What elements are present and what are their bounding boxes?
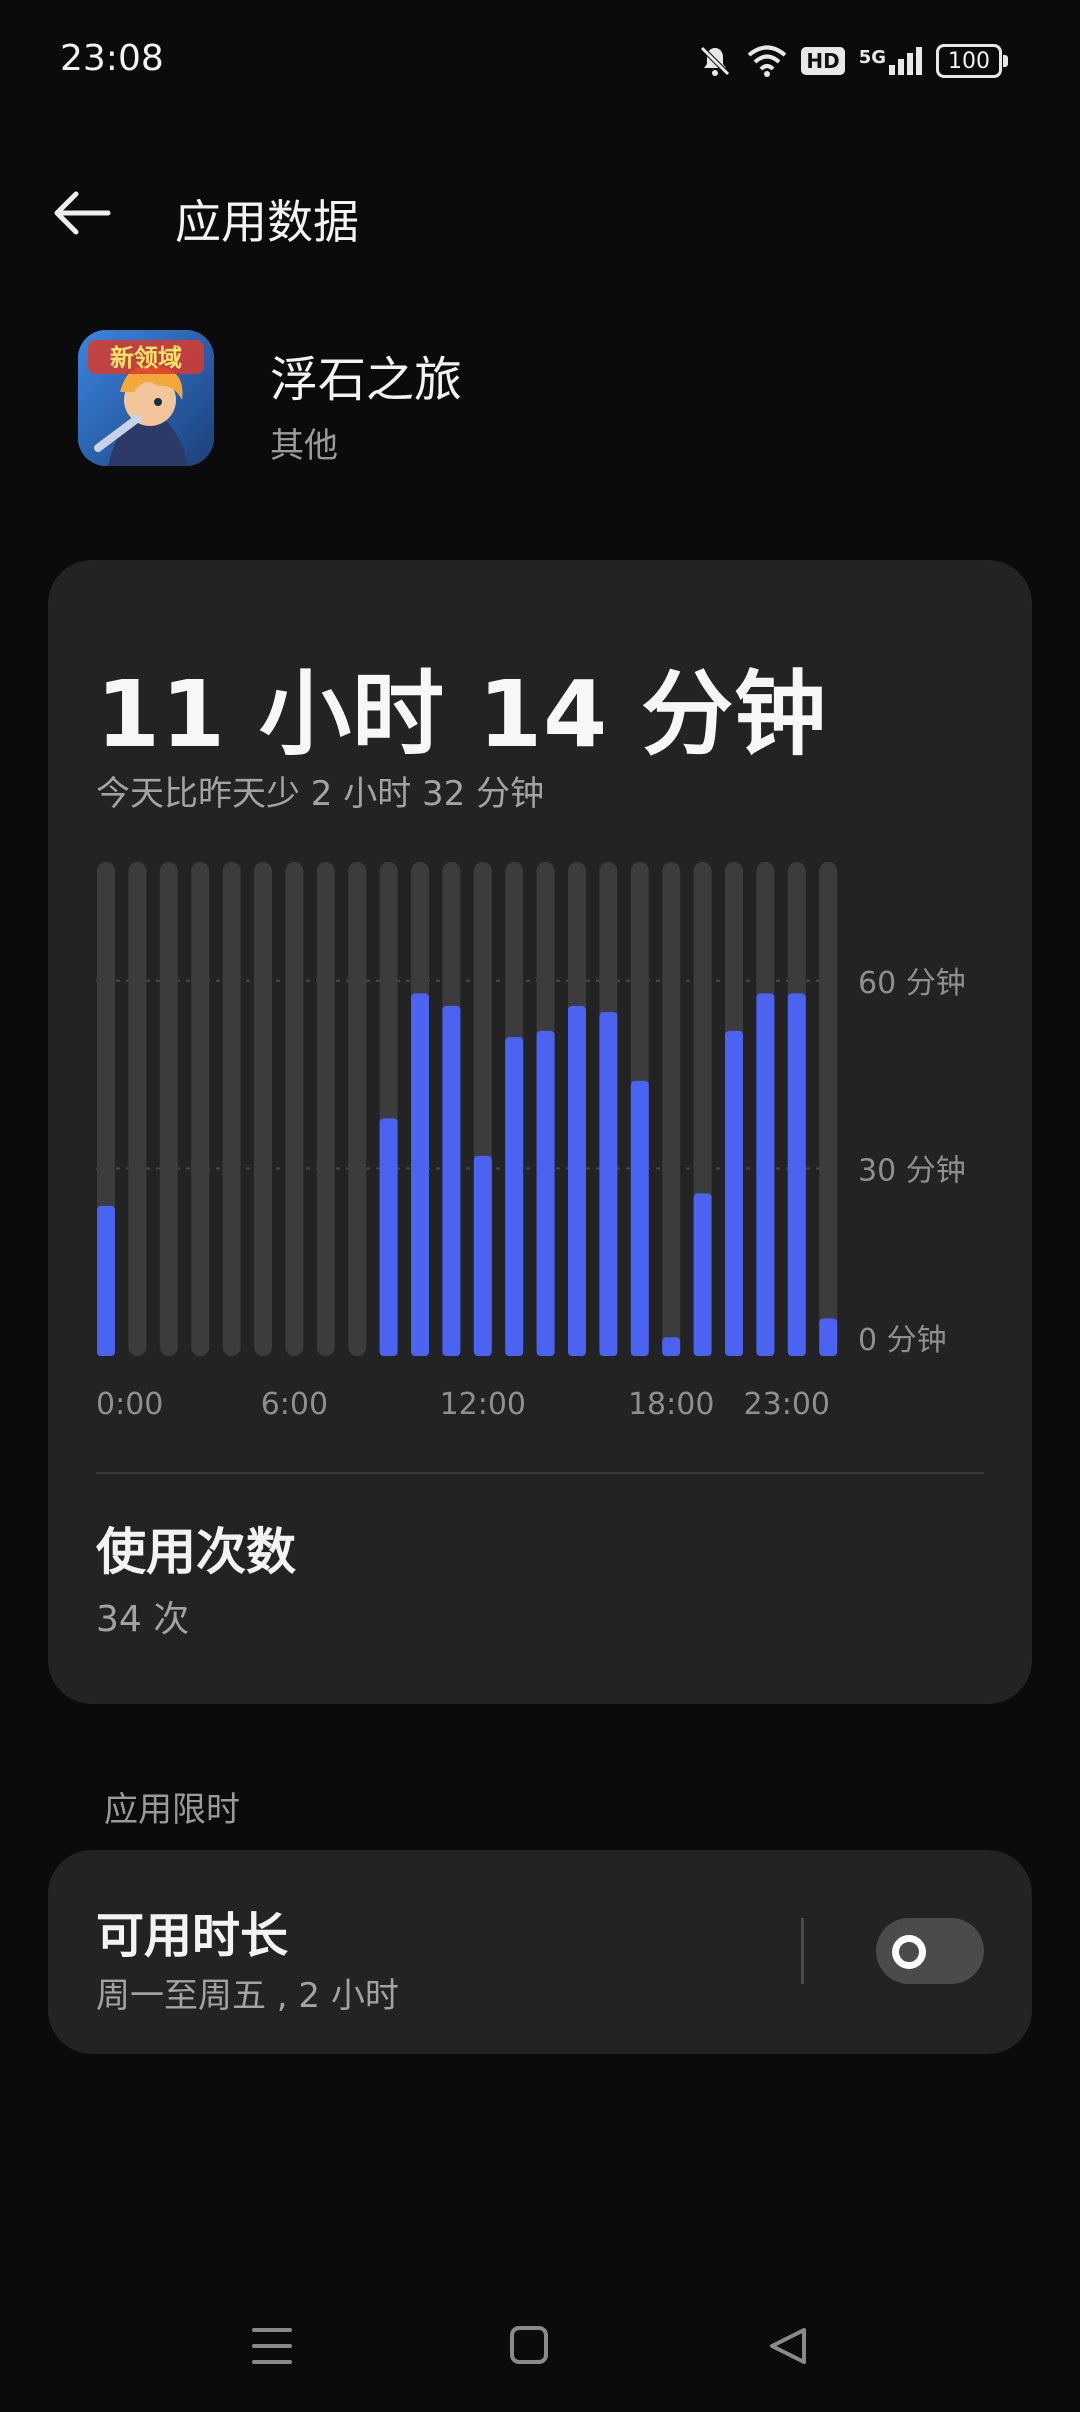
- usage-bar-17:00[interactable]: [630, 1080, 649, 1356]
- bar-track: [128, 862, 147, 1356]
- usage-bar-23:00[interactable]: [819, 1318, 838, 1356]
- bar-track: [348, 862, 367, 1356]
- x-tick-label: 18:00: [628, 1387, 714, 1422]
- app-limit-toggle[interactable]: [876, 1918, 984, 1984]
- bar-track: [222, 862, 241, 1356]
- app-limit-schedule: 周一至周五 , 2 小时: [96, 1976, 399, 2016]
- launch-count-title: 使用次数: [96, 1523, 296, 1581]
- app-limit-section-header: 应用限时: [104, 1790, 240, 1830]
- bar-track: [254, 862, 272, 1356]
- usage-bar-21:00[interactable]: [756, 993, 775, 1356]
- usage-bar-10:00[interactable]: [411, 993, 429, 1356]
- usage-bar-18:00[interactable]: [662, 1337, 681, 1356]
- usage-bar-19:00[interactable]: [693, 1193, 712, 1356]
- y-tick-label: 60 分钟: [858, 966, 966, 1001]
- x-tick-label: 12:00: [440, 1387, 526, 1422]
- x-tick-label: 23:00: [744, 1387, 830, 1422]
- x-tick-label: 6:00: [261, 1387, 328, 1422]
- launch-count-value: 34 次: [96, 1599, 190, 1640]
- usage-bar-9:00[interactable]: [379, 1118, 398, 1356]
- toggle-knob: [892, 1935, 926, 1969]
- usage-bar-20:00[interactable]: [725, 1030, 743, 1356]
- usage-bar-11:00[interactable]: [442, 1005, 461, 1356]
- y-tick-label: 0 分钟: [858, 1323, 947, 1358]
- bar-track: [316, 862, 335, 1356]
- usage-bar-chart[interactable]: 60 分钟 30 分钟 0 分钟 0:00 6:00 12:00 18:00 23:00: [0, 0, 1080, 1440]
- home-icon[interactable]: [510, 2326, 548, 2364]
- usage-bar-22:00[interactable]: [787, 993, 806, 1356]
- usage-bar-12:00[interactable]: [473, 1155, 492, 1356]
- bar-track: [819, 862, 838, 1356]
- bar-track: [191, 862, 210, 1356]
- y-tick-label: 30 分钟: [858, 1153, 966, 1188]
- bar-track: [662, 862, 681, 1356]
- bar-track: [159, 862, 178, 1356]
- app-limit-title: 可用时长: [96, 1908, 289, 1964]
- back-icon[interactable]: [770, 2328, 806, 2364]
- x-tick-label: 0:00: [96, 1387, 163, 1422]
- usage-bar-14:00[interactable]: [536, 1030, 555, 1356]
- card-divider: [96, 1472, 984, 1474]
- usage-bar-0:00[interactable]: [97, 1205, 115, 1356]
- navigation-bar: [252, 2326, 806, 2364]
- usage-bar-15:00[interactable]: [568, 1005, 586, 1356]
- usage-bar-16:00[interactable]: [599, 1012, 618, 1356]
- bar-track: [285, 862, 304, 1356]
- usage-bar-13:00[interactable]: [505, 1037, 524, 1356]
- menu-icon[interactable]: [252, 2328, 292, 2364]
- toggle-separator: [801, 1918, 804, 1984]
